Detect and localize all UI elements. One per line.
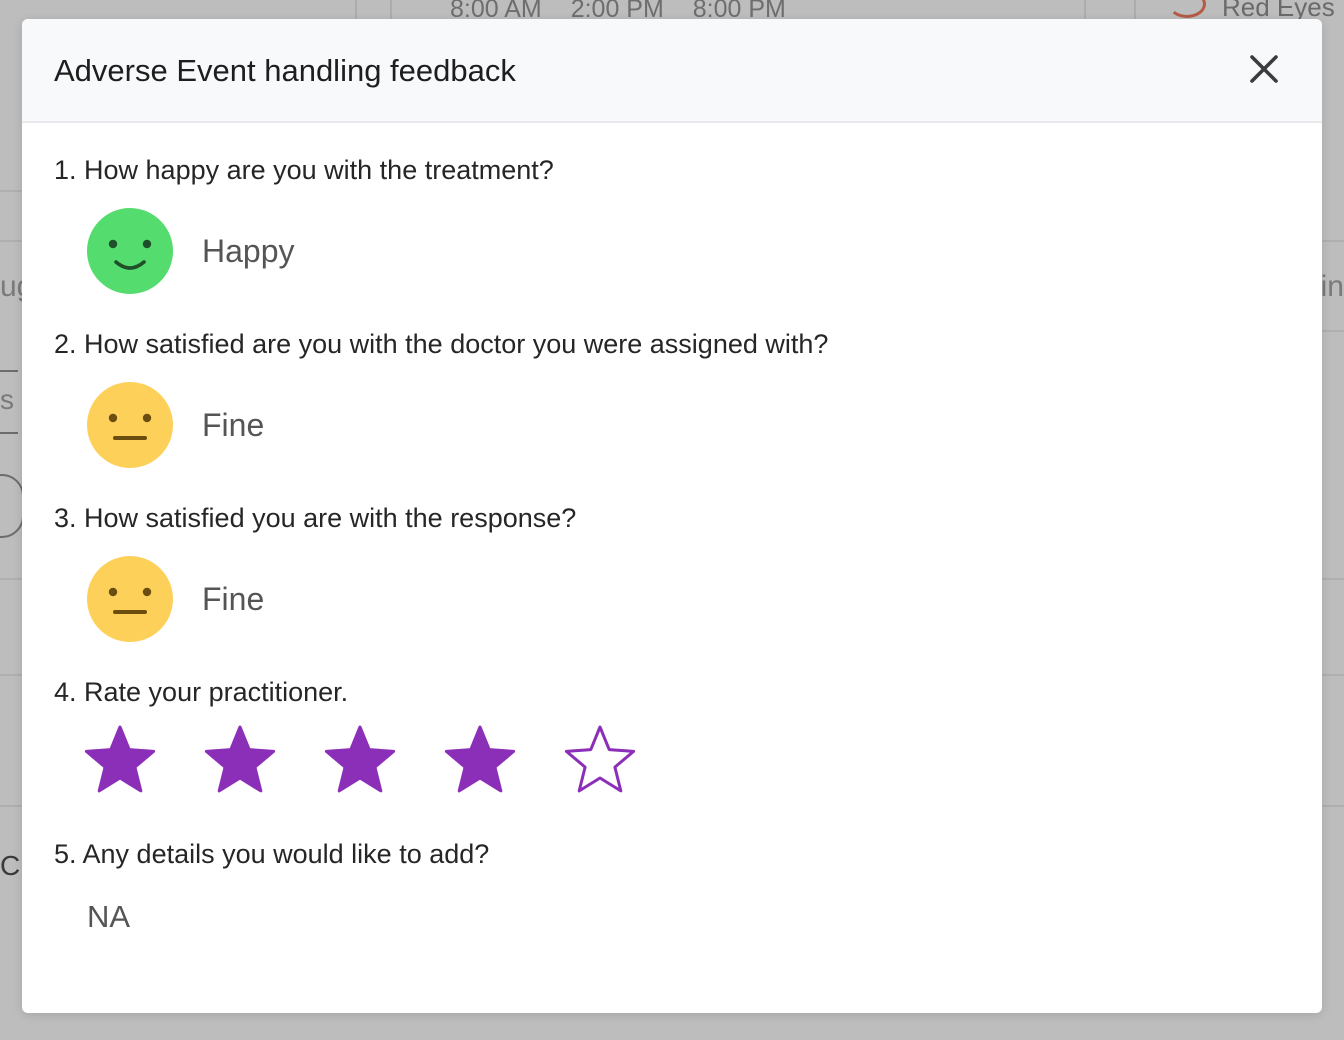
question-2-answer: Fine	[87, 382, 264, 468]
bg-divider	[390, 0, 392, 20]
face-background	[87, 208, 173, 294]
neutral-face-icon	[87, 382, 173, 468]
bg-time: 8:00 PM	[692, 0, 786, 20]
bg-divider	[1084, 0, 1086, 20]
modal-header: Adverse Event handling feedback	[22, 19, 1322, 123]
star-icon[interactable]	[322, 724, 398, 796]
question-2-label: 2. How satisfied are you with the doctor…	[54, 329, 829, 359]
bg-divider	[1322, 805, 1344, 807]
question-1-answer: Happy	[87, 208, 295, 294]
bg-divider	[0, 578, 22, 580]
star-icon[interactable]	[82, 724, 158, 796]
answer-text: Fine	[202, 580, 265, 617]
bg-time: 2:00 PM	[570, 0, 664, 20]
star-rating	[82, 724, 682, 796]
bg-divider	[355, 0, 357, 20]
bg-divider	[1322, 578, 1344, 580]
bg-divider	[0, 674, 22, 676]
face-background	[87, 382, 173, 468]
answer-text: Fine	[202, 406, 265, 443]
question-3-answer: Fine	[87, 556, 264, 642]
question-5-label: 5. Any details you would like to add?	[54, 839, 490, 869]
bg-divider	[0, 805, 22, 807]
bg-divider	[0, 190, 22, 192]
question-1-label: 1. How happy are you with the treatment?	[54, 155, 554, 185]
bg-text-fragment: in	[1320, 270, 1344, 303]
bg-divider	[1322, 674, 1344, 676]
bg-button-outline	[0, 474, 24, 538]
close-icon	[1250, 55, 1278, 83]
face-background	[87, 556, 173, 642]
neutral-face-icon	[87, 556, 173, 642]
details-answer: NA	[87, 899, 131, 934]
bg-eye-icon	[1168, 0, 1206, 18]
bg-divider	[1322, 240, 1344, 242]
star-icon[interactable]	[202, 724, 278, 796]
close-button[interactable]	[1246, 51, 1282, 87]
question-3-label: 3. How satisfied you are with the respon…	[54, 503, 577, 533]
bg-text-fragment: s	[0, 384, 14, 415]
bg-divider	[1134, 0, 1136, 20]
bg-divider	[1322, 330, 1344, 332]
bg-divider	[0, 240, 22, 242]
star-icon[interactable]	[562, 724, 638, 796]
bg-text-fragment: C	[0, 850, 21, 881]
bg-time-labels: 8:00 AM 2:00 PM 8:00 PM	[450, 0, 808, 20]
feedback-modal: Adverse Event handling feedback 1. How h…	[22, 19, 1322, 1013]
question-4-label: 4. Rate your practitioner.	[54, 677, 349, 707]
bg-time: 8:00 AM	[450, 0, 542, 20]
star-icon[interactable]	[442, 724, 518, 796]
modal-title: Adverse Event handling feedback	[54, 53, 516, 88]
smile-face-icon	[87, 208, 173, 294]
answer-text: Happy	[202, 232, 295, 269]
